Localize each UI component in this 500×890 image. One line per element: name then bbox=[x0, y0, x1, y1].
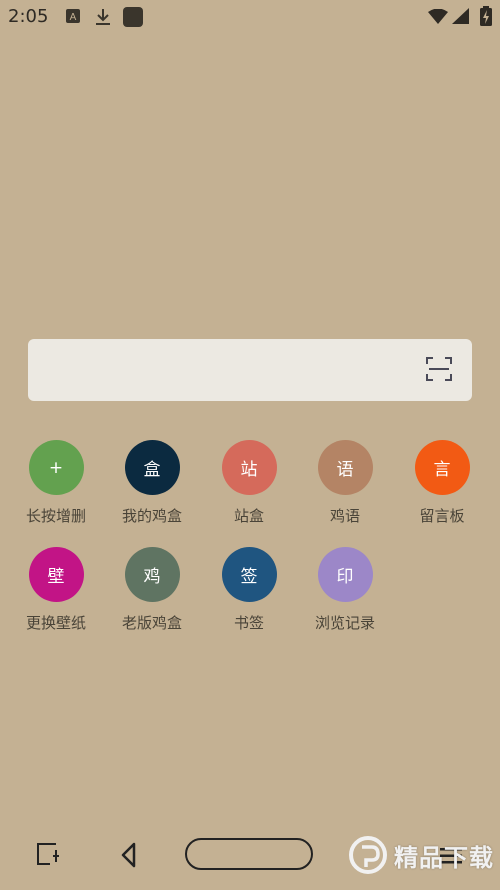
status-time: 2:05 bbox=[8, 6, 49, 27]
watermark-text: 精品下载 bbox=[394, 843, 494, 872]
back-icon[interactable] bbox=[120, 842, 138, 868]
home-button[interactable] bbox=[185, 838, 313, 870]
watermark: 精品下载 bbox=[348, 835, 494, 875]
font-notification-icon: A bbox=[66, 8, 80, 27]
grid-item-message-board[interactable]: 言 留言板 bbox=[394, 440, 490, 532]
download-icon bbox=[95, 8, 111, 30]
grid-item-label: 留言板 bbox=[419, 507, 465, 525]
grid-item-label: 我的鸡盒 bbox=[121, 507, 182, 525]
grid-item-label: 长按增删 bbox=[25, 507, 86, 525]
wifi-icon bbox=[428, 8, 448, 28]
status-bar: 2:05 A bbox=[0, 0, 500, 34]
grid-item-label: 老版鸡盒 bbox=[121, 614, 182, 632]
site-icon: 站 bbox=[221, 440, 277, 495]
watermark-logo-icon bbox=[349, 836, 387, 874]
grid-item-wallpaper[interactable]: 壁 更换壁纸 bbox=[8, 547, 104, 639]
signal-icon bbox=[452, 8, 469, 28]
grid-item-label: 鸡语 bbox=[329, 507, 360, 525]
grid-item-label: 浏览记录 bbox=[314, 614, 375, 632]
grid-item-bookmarks[interactable]: 签 书签 bbox=[201, 547, 297, 639]
grid-item-site-box[interactable]: 站 站盒 bbox=[201, 440, 297, 532]
box-icon: 盒 bbox=[124, 440, 180, 495]
svg-text:A: A bbox=[70, 12, 77, 23]
grid-item-long-press-edit[interactable]: + 长按增删 bbox=[8, 440, 104, 532]
screenshot-icon[interactable] bbox=[36, 842, 62, 868]
history-icon: 印 bbox=[317, 547, 373, 602]
battery-icon bbox=[480, 6, 492, 30]
grid-item-old-box[interactable]: 鸡 老版鸡盒 bbox=[104, 547, 200, 639]
grid-item-label: 书签 bbox=[233, 614, 264, 632]
grid-item-chicken-talk[interactable]: 语 鸡语 bbox=[297, 440, 393, 532]
scan-icon[interactable] bbox=[426, 356, 452, 382]
navigation-bar: 精品下载 bbox=[0, 825, 500, 890]
grid-item-label: 更换壁纸 bbox=[25, 614, 86, 632]
bookmark-icon: 签 bbox=[221, 547, 277, 602]
app-notification-icon bbox=[123, 7, 143, 31]
plus-icon: + bbox=[28, 440, 84, 495]
grid-item-history[interactable]: 印 浏览记录 bbox=[297, 547, 393, 639]
chicken-icon: 鸡 bbox=[124, 547, 180, 602]
talk-icon: 语 bbox=[317, 440, 373, 495]
wallpaper-icon: 壁 bbox=[28, 547, 84, 602]
grid-item-my-box[interactable]: 盒 我的鸡盒 bbox=[104, 440, 200, 532]
grid-item-label: 站盒 bbox=[233, 507, 264, 525]
search-box[interactable] bbox=[28, 339, 472, 401]
message-icon: 言 bbox=[414, 440, 470, 495]
